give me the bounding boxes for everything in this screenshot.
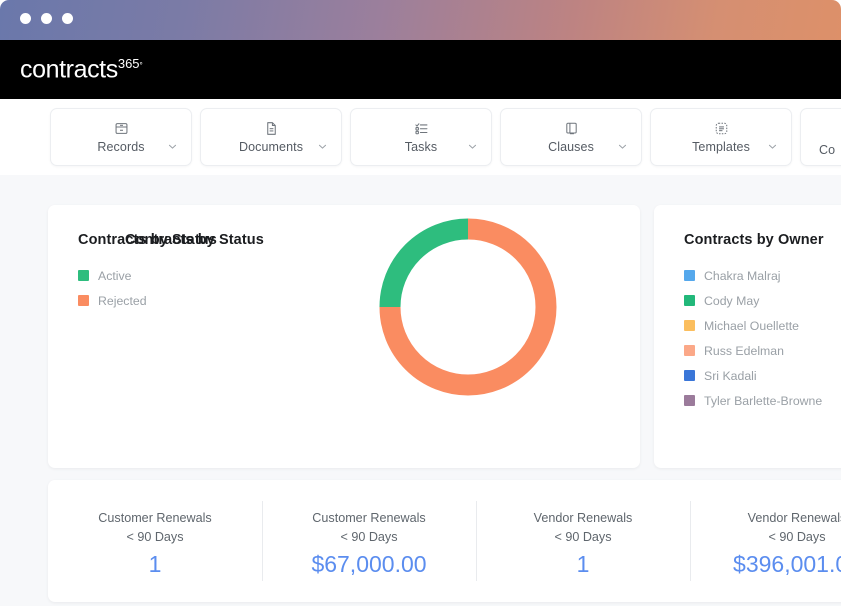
kpi-label-line1: Customer Renewals <box>312 509 425 528</box>
window-controls <box>20 13 73 24</box>
brand-superscript: 365 <box>118 56 140 71</box>
kpi-value: 1 <box>577 552 590 577</box>
legend-item[interactable]: Cody May <box>684 288 822 313</box>
kpi-customer-renewals-value[interactable]: Customer Renewals < 90 Days $67,000.00 <box>262 480 476 602</box>
legend-item[interactable]: Sri Kadali <box>684 363 822 388</box>
kpi-strip: Customer Renewals < 90 Days 1 Customer R… <box>48 480 841 602</box>
kpi-value: $396,001.00 <box>733 552 841 577</box>
app-header: contracts365° <box>0 40 841 99</box>
contracts-by-owner-card: Contracts by Owner Chakra Malraj Cody Ma… <box>654 205 841 468</box>
legend-item[interactable]: Rejected <box>78 288 147 313</box>
window-titlebar <box>0 0 841 40</box>
kpi-label-line1: Customer Renewals <box>98 509 211 528</box>
close-icon[interactable] <box>20 13 31 24</box>
kpi-value: 1 <box>149 552 162 577</box>
nav-card-list: Records Documents <box>50 108 841 166</box>
legend-item[interactable]: Russ Edelman <box>684 338 822 363</box>
contracts-by-status-card: Contracts by Status Contracts by Status … <box>48 205 640 468</box>
kpi-label-line1: Vendor Renewals <box>534 509 633 528</box>
legend-label: Michael Ouellette <box>704 319 799 333</box>
chevron-down-icon[interactable] <box>768 142 777 151</box>
legend-swatch-tyler-barlette-browne <box>684 395 695 406</box>
legend-item[interactable]: Active <box>78 263 147 288</box>
legend-label: Russ Edelman <box>704 344 784 358</box>
legend-label: Cody May <box>704 294 759 308</box>
primary-nav: Records Documents <box>0 99 841 175</box>
document-icon <box>264 120 279 137</box>
minimize-icon[interactable] <box>41 13 52 24</box>
status-legend: Active Rejected <box>78 263 147 313</box>
nav-card-overflow[interactable]: Co <box>800 108 841 166</box>
book-icon <box>564 120 579 137</box>
brand-name: contracts <box>20 55 118 83</box>
legend-swatch-active <box>78 270 89 281</box>
legend-label: Tyler Barlette-Browne <box>704 394 822 408</box>
legend-swatch-rejected <box>78 295 89 306</box>
nav-card-records[interactable]: Records <box>50 108 192 166</box>
legend-item[interactable]: Tyler Barlette-Browne <box>684 388 822 413</box>
kpi-label-line2: < 90 Days <box>554 528 611 547</box>
checklist-icon <box>414 120 429 137</box>
legend-item[interactable]: Chakra Malraj <box>684 263 822 288</box>
chevron-down-icon[interactable] <box>318 142 327 151</box>
legend-label: Rejected <box>98 294 147 308</box>
legend-label: Sri Kadali <box>704 369 757 383</box>
legend-swatch-michael-ouellette <box>684 320 695 331</box>
template-icon <box>714 120 729 137</box>
chevron-down-icon[interactable] <box>468 142 477 151</box>
nav-card-label: Templates <box>692 140 750 154</box>
nav-card-label: Documents <box>239 140 303 154</box>
nav-card-label: Co <box>819 143 835 157</box>
legend-label: Active <box>98 269 132 283</box>
nav-card-templates[interactable]: Templates <box>650 108 792 166</box>
legend-swatch-cody-may <box>684 295 695 306</box>
kpi-vendor-renewals-value[interactable]: Vendor Renewals < 90 Days $396,001.00 <box>690 480 841 602</box>
nav-card-label: Tasks <box>405 140 437 154</box>
app-window: contracts365° Records <box>0 0 841 606</box>
kpi-label-line2: < 90 Days <box>768 528 825 547</box>
brand-degree: ° <box>140 61 143 70</box>
chevron-down-icon[interactable] <box>168 142 177 151</box>
kpi-label-line1: Vendor Renewals <box>748 509 841 528</box>
nav-card-tasks[interactable]: Tasks <box>350 108 492 166</box>
legend-swatch-russ-edelman <box>684 345 695 356</box>
kpi-customer-renewals-count[interactable]: Customer Renewals < 90 Days 1 <box>48 480 262 602</box>
maximize-icon[interactable] <box>62 13 73 24</box>
chevron-down-icon[interactable] <box>618 142 627 151</box>
nav-card-clauses[interactable]: Clauses <box>500 108 642 166</box>
nav-card-label: Clauses <box>548 140 594 154</box>
legend-label: Chakra Malraj <box>704 269 781 283</box>
owner-card-title: Contracts by Owner <box>684 232 824 248</box>
legend-swatch-sri-kadali <box>684 370 695 381</box>
nav-card-label: Records <box>97 140 144 154</box>
kpi-label-line2: < 90 Days <box>126 528 183 547</box>
kpi-vendor-renewals-count[interactable]: Vendor Renewals < 90 Days 1 <box>476 480 690 602</box>
owner-legend: Chakra Malraj Cody May Michael Ouellette… <box>684 263 822 413</box>
kpi-value: $67,000.00 <box>311 552 426 577</box>
status-card-title-artifact: Contracts by Status <box>125 232 264 248</box>
status-donut-chart[interactable] <box>378 217 558 397</box>
legend-item[interactable]: Michael Ouellette <box>684 313 822 338</box>
legend-swatch-chakra-malraj <box>684 270 695 281</box>
dashboard-body: Contracts by Status Contracts by Status … <box>0 175 841 606</box>
brand-logo[interactable]: contracts365° <box>20 57 142 82</box>
archive-icon <box>114 120 129 137</box>
page-title: Contracts by Status Contracts by Status <box>78 232 217 248</box>
kpi-label-line2: < 90 Days <box>340 528 397 547</box>
nav-card-documents[interactable]: Documents <box>200 108 342 166</box>
